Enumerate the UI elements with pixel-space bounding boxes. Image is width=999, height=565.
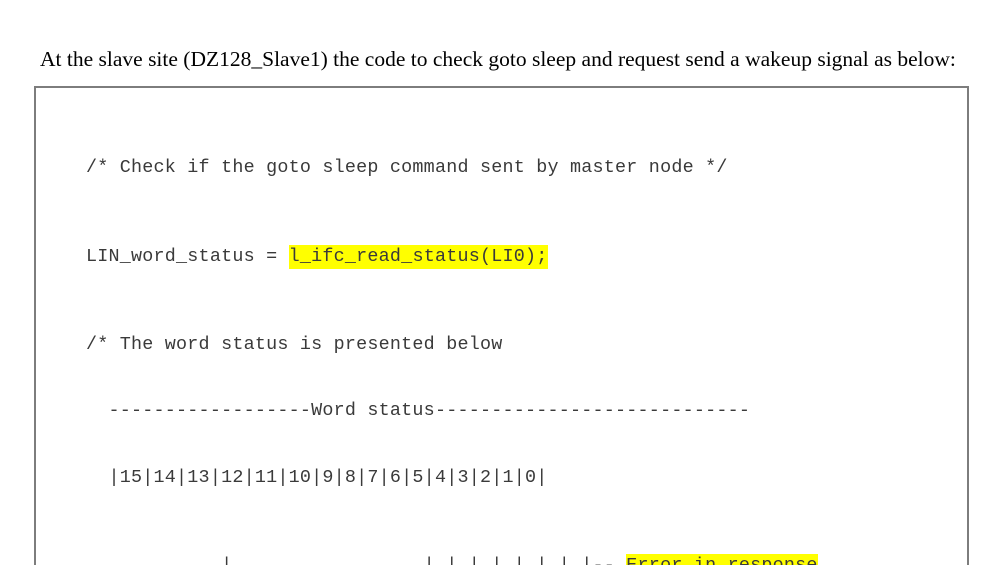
code-line: LIN_word_status = l_ifc_read_status(LI0)…: [86, 244, 885, 269]
document-page: At the slave site (DZ128_Slave1) the cod…: [0, 0, 999, 565]
intro-paragraph: At the slave site (DZ128_Slave1) the cod…: [40, 46, 956, 71]
code-line: /* Check if the goto sleep command sent …: [86, 157, 728, 179]
code-line: |15|14|13|12|11|10|9|8|7|6|5|4|3|2|1|0|: [86, 466, 548, 488]
highlighted-call-expression: l_ifc_read_status(LI0);: [288, 244, 548, 269]
code-line: ------------------Word status-----------…: [86, 400, 751, 422]
code-text: | | | | | | | | |--: [86, 555, 626, 565]
highlighted-bit-label: Error in response: [626, 553, 818, 565]
code-listing: /* Check if the goto sleep command sent …: [86, 91, 885, 565]
code-text: LIN_word_status =: [86, 245, 289, 267]
code-line: /* The word status is presented below: [86, 334, 503, 356]
code-line: | | | | | | | | |-- Error in response: [86, 553, 885, 565]
code-listing-box: /* Check if the goto sleep command sent …: [34, 86, 969, 565]
